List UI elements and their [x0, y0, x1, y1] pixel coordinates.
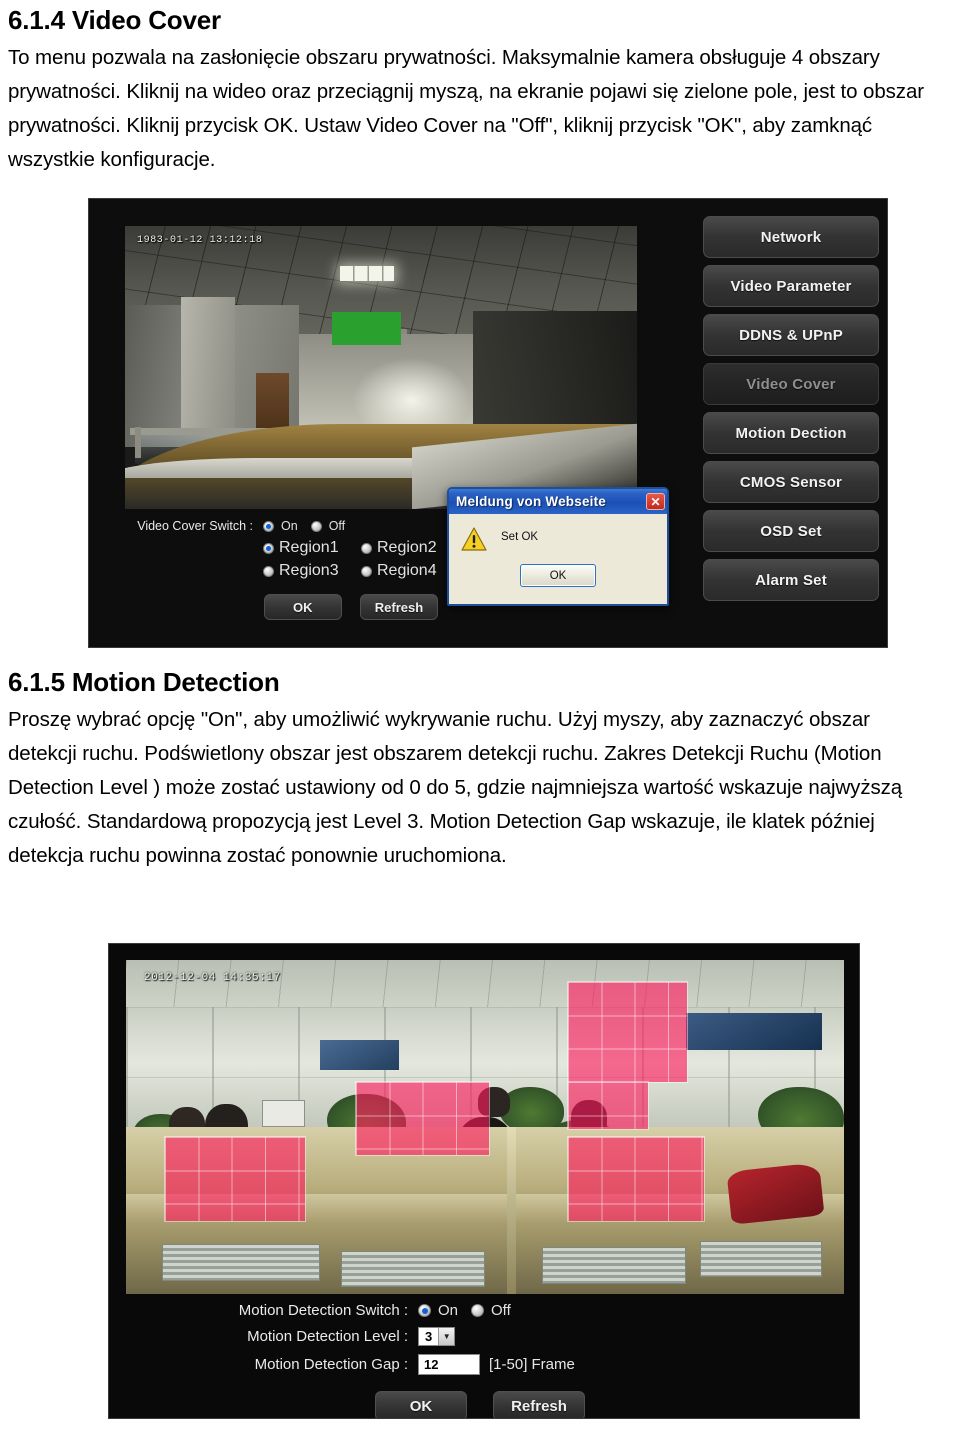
page-title: 6.1.4 Video Cover	[8, 5, 221, 35]
video-cover-controls: Video Cover Switch : On Off Region1 Regi…	[125, 519, 637, 620]
dialog-title: Meldung von Webseite	[456, 494, 607, 509]
region2-radio[interactable]	[361, 542, 372, 554]
video-cover-button-row: OK Refresh	[125, 594, 637, 620]
motion-gap-hint: [1-50] Frame	[489, 1356, 575, 1373]
motion-detection-block[interactable]	[164, 1136, 307, 1222]
section1-paragraph: To menu pozwala na zasłonięcie obszaru p…	[8, 45, 924, 171]
motion-switch-on-label: On	[438, 1302, 459, 1319]
section-motion-detection: 6.1.5 Motion Detection Proszę wybrać opc…	[0, 666, 944, 873]
region1-radio[interactable]	[263, 542, 274, 554]
video-preview-1[interactable]: 1983-01-12 13:12:18	[125, 226, 637, 509]
motion-detection-block[interactable]	[566, 1136, 705, 1222]
motion-switch-off-label: Off	[491, 1302, 511, 1319]
section2-paragraph: Proszę wybrać opcję "On", aby umożliwić …	[8, 707, 903, 867]
menu-item-osd-set[interactable]: OSD Set	[703, 510, 879, 552]
region-selector: Region1 Region2 Region3 Region4	[263, 539, 637, 580]
motion-refresh-button[interactable]: Refresh	[493, 1391, 585, 1418]
section-video-cover: 6.1.4 Video Cover To menu pozwala na zas…	[0, 4, 944, 177]
video-cover-ok-button[interactable]: OK	[263, 594, 342, 620]
motion-detection-controls: Motion Detection Switch : On Off Motion …	[126, 1302, 844, 1418]
privacy-cover-region[interactable]	[332, 312, 402, 345]
camera-settings-menu: Network Video Parameter DDNS & UPnP Vide…	[703, 216, 879, 601]
region-row-2: Region3 Region4	[263, 562, 637, 580]
video-cover-screenshot: 1983-01-12 13:12:18 Meldung von Webseite…	[88, 198, 888, 648]
region3-label: Region3	[279, 562, 339, 579]
menu-item-cmos-sensor[interactable]: CMOS Sensor	[703, 461, 879, 503]
motion-switch-on-radio[interactable]	[418, 1304, 431, 1317]
motion-button-row: OK Refresh	[126, 1391, 844, 1418]
region-row-1: Region1 Region2	[263, 539, 637, 557]
video-cover-switch-label: Video Cover Switch :	[137, 519, 253, 533]
region4-label: Region4	[377, 562, 437, 579]
motion-level-label: Motion Detection Level :	[247, 1328, 408, 1345]
chevron-down-icon: ▼	[438, 1328, 455, 1345]
section2-title: 6.1.5 Motion Detection	[8, 667, 280, 697]
motion-level-value: 3	[425, 1329, 433, 1344]
motion-switch-label: Motion Detection Switch :	[238, 1302, 408, 1319]
menu-item-network[interactable]: Network	[703, 216, 879, 258]
video-timestamp: 1983-01-12 13:12:18	[137, 235, 263, 246]
motion-detection-block[interactable]	[354, 1080, 490, 1157]
dialog-titlebar: Meldung von Webseite ✕	[449, 489, 667, 514]
motion-gap-row: Motion Detection Gap : 12 [1-50] Frame	[126, 1354, 844, 1375]
video-preview-2[interactable]: 2012-12-04 14:35:17	[126, 960, 844, 1294]
video-cover-switch-row: Video Cover Switch : On Off	[125, 519, 637, 533]
video-cover-switch-on-label: On	[281, 519, 298, 533]
motion-detection-block[interactable]	[566, 980, 688, 1083]
video-cover-switch-off-label: Off	[328, 519, 346, 533]
motion-level-select[interactable]: 3 ▼	[418, 1327, 456, 1346]
motion-detection-screenshot: 2012-12-04 14:35:17 Motion Detection Swi…	[108, 943, 860, 1419]
region2-label: Region2	[377, 539, 437, 556]
menu-item-ddns-upnp[interactable]: DDNS & UPnP	[703, 314, 879, 356]
region1-label: Region1	[279, 539, 339, 556]
close-icon[interactable]: ✕	[646, 493, 665, 510]
motion-ok-button[interactable]: OK	[375, 1391, 467, 1418]
menu-item-video-cover[interactable]: Video Cover	[703, 363, 879, 405]
video-cover-switch-off-radio[interactable]	[310, 520, 322, 532]
motion-switch-off-radio[interactable]	[471, 1304, 485, 1317]
motion-switch-row: Motion Detection Switch : On Off	[126, 1302, 844, 1319]
motion-gap-label: Motion Detection Gap :	[254, 1356, 408, 1373]
menu-item-alarm-set[interactable]: Alarm Set	[703, 559, 879, 601]
video-timestamp-2: 2012-12-04 14:35:17	[144, 972, 281, 984]
motion-gap-input[interactable]: 12	[418, 1354, 480, 1375]
region4-radio[interactable]	[361, 565, 372, 577]
video-cover-switch-on-radio[interactable]	[263, 520, 274, 532]
menu-item-motion-dection[interactable]: Motion Dection	[703, 412, 879, 454]
motion-level-row: Motion Detection Level : 3 ▼	[126, 1327, 844, 1346]
camera-scene-corridor	[125, 226, 637, 509]
video-cover-refresh-button[interactable]: Refresh	[359, 594, 439, 620]
motion-detection-block[interactable]	[566, 1080, 649, 1130]
menu-item-video-parameter[interactable]: Video Parameter	[703, 265, 879, 307]
region3-radio[interactable]	[263, 565, 274, 577]
